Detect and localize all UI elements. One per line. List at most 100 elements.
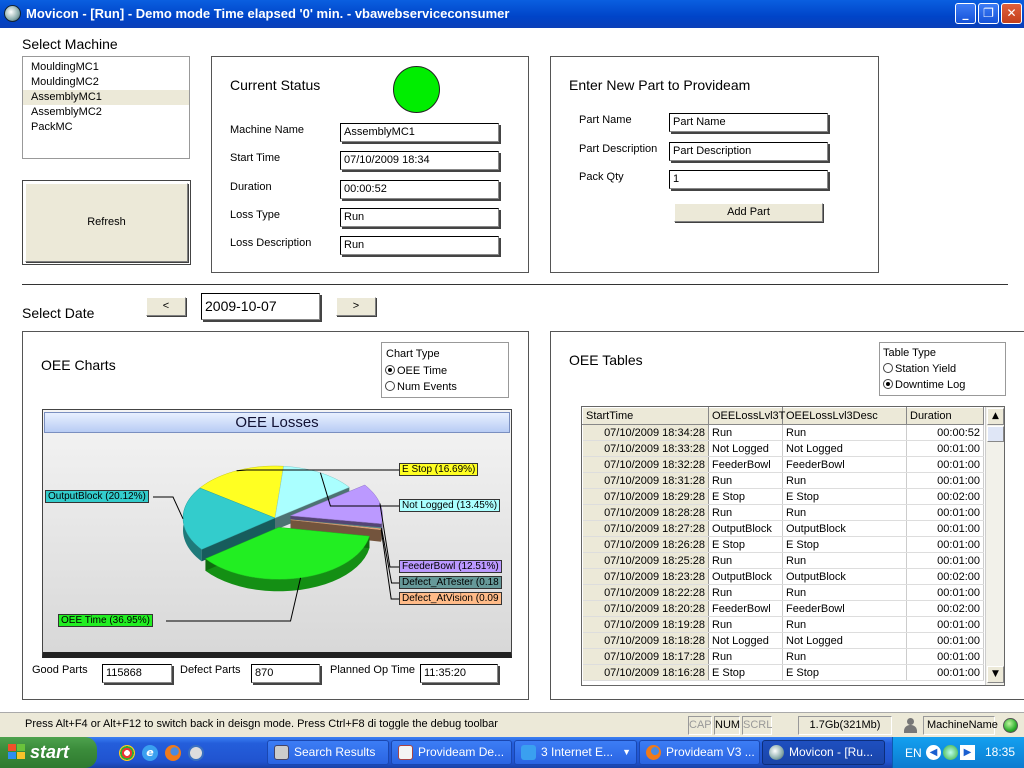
table-cell: 00:01:00 xyxy=(906,616,984,633)
add-part-button[interactable]: Add Part xyxy=(674,203,823,222)
duration-field[interactable]: 00:00:52 xyxy=(340,180,499,199)
table-row[interactable]: 07/10/2009 18:23:28 OutputBlock OutputBloc… xyxy=(582,568,984,585)
table-row[interactable]: 07/10/2009 18:33:28 Not Logged Not Logged 0… xyxy=(582,440,984,457)
task-provideam-v3[interactable]: Provideam V3 ... xyxy=(639,740,760,765)
table-row[interactable]: 07/10/2009 18:26:28 E Stop E Stop 00:01:00 xyxy=(582,536,984,553)
machine-name-field[interactable]: AssemblyMC1 xyxy=(340,123,499,142)
table-cell: Run xyxy=(782,552,907,569)
num-indicator: NUM xyxy=(714,716,740,735)
tray-status-icon[interactable] xyxy=(943,745,958,760)
windows-explorer-icon[interactable] xyxy=(188,745,204,761)
connection-status-icon xyxy=(1003,718,1018,733)
defect-parts-field[interactable]: 870 xyxy=(251,664,320,683)
table-cell: Run xyxy=(708,424,783,441)
table-cell: 07/10/2009 18:31:28 xyxy=(582,472,709,489)
scroll-thumb[interactable] xyxy=(987,426,1004,442)
language-indicator[interactable]: EN xyxy=(905,746,922,760)
machine-list[interactable]: MouldingMC1 MouldingMC2 AssemblyMC1 Assembl… xyxy=(22,56,190,159)
status-indicator-light xyxy=(393,66,440,113)
date-field[interactable]: 2009-10-07 xyxy=(201,293,320,320)
column-header[interactable]: OEELossLvl3T xyxy=(708,407,785,425)
table-row[interactable]: 07/10/2009 18:20:28 FeederBowl FeederBowl 0… xyxy=(582,600,984,617)
table-cell: Run xyxy=(708,504,783,521)
table-cell: 00:01:00 xyxy=(906,472,984,489)
table-row[interactable]: 07/10/2009 18:32:28 FeederBowl FeederBowl 0… xyxy=(582,456,984,473)
internet-explorer-icon[interactable]: e xyxy=(142,745,158,761)
table-row[interactable]: 07/10/2009 18:22:28 Run Run 00:01:00 xyxy=(582,584,984,601)
chrome-icon[interactable] xyxy=(119,745,135,761)
user-icon xyxy=(903,718,917,733)
table-row[interactable]: 07/10/2009 18:34:28 Run Run 00:00:52 xyxy=(582,424,984,441)
user-name: MachineName xyxy=(923,716,998,735)
part-description-input[interactable]: Part Description xyxy=(669,142,828,161)
table-cell: 07/10/2009 18:17:28 xyxy=(582,648,709,665)
downtime-log-table[interactable]: StartTime OEELossLvl3T OEELossLvl3Desc Dura… xyxy=(581,406,1005,686)
table-row[interactable]: 07/10/2009 18:29:28 E Stop E Stop 00:02:00 xyxy=(582,488,984,505)
table-type-downtime-log-radio[interactable]: Downtime Log xyxy=(883,379,965,391)
chart-type-num-events-radio[interactable]: Num Events xyxy=(385,381,457,393)
table-row[interactable]: 07/10/2009 18:16:28 E Stop E Stop 00:01:00 xyxy=(582,664,984,681)
planned-op-time-field[interactable]: 11:35:20 xyxy=(420,664,498,683)
firefox-icon[interactable] xyxy=(165,745,181,761)
table-cell: Run xyxy=(782,424,907,441)
column-header[interactable]: Duration xyxy=(906,407,984,425)
start-time-field[interactable]: 07/10/2009 18:34 xyxy=(340,151,499,170)
start-button[interactable]: start xyxy=(0,737,97,768)
table-cell: 00:02:00 xyxy=(906,568,984,585)
tray-back-icon[interactable]: ◀ xyxy=(926,745,941,760)
pack-qty-input[interactable]: 1 xyxy=(669,170,828,189)
table-cell: Run xyxy=(782,648,907,665)
task-search-results[interactable]: Search Results xyxy=(267,740,389,765)
task-internet-explorer-group[interactable]: 3 Internet E... ▼ xyxy=(514,740,637,765)
table-row[interactable]: 07/10/2009 18:28:28 Run Run 00:01:00 xyxy=(582,504,984,521)
title-bar: Movicon - [Run] - Demo mode Time elapsed… xyxy=(0,0,1024,28)
good-parts-field[interactable]: 115868 xyxy=(102,664,172,683)
close-button[interactable]: ✕ xyxy=(1001,3,1022,24)
table-cell: Run xyxy=(782,504,907,521)
machine-list-item[interactable]: AssemblyMC1 xyxy=(23,90,189,105)
loss-description-field[interactable]: Run xyxy=(340,236,499,255)
table-cell: 07/10/2009 18:27:28 xyxy=(582,520,709,537)
planned-op-time-label: Planned Op Time xyxy=(330,664,415,676)
machine-list-item[interactable]: AssemblyMC2 xyxy=(23,105,189,120)
table-cell: Not Logged xyxy=(782,632,907,649)
minimize-button[interactable]: _ xyxy=(955,3,976,24)
table-cell: 07/10/2009 18:18:28 xyxy=(582,632,709,649)
table-vertical-scrollbar[interactable]: ▲ ▼ xyxy=(985,407,1004,685)
table-row[interactable]: 07/10/2009 18:31:28 Run Run 00:01:00 xyxy=(582,472,984,489)
refresh-button-frame: Refresh xyxy=(22,180,191,265)
task-provideam-de[interactable]: Provideam De... xyxy=(391,740,512,765)
chart-type-oee-time-radio[interactable]: OEE Time xyxy=(385,365,447,377)
radio-icon xyxy=(883,363,893,373)
pie-leader-line xyxy=(153,496,184,520)
start-time-label: Start Time xyxy=(230,152,281,164)
task-movicon[interactable]: Movicon - [Ru... xyxy=(762,740,885,765)
next-date-button[interactable]: > xyxy=(336,297,376,316)
loss-type-field[interactable]: Run xyxy=(340,208,499,227)
table-row[interactable]: 07/10/2009 18:18:28 Not Logged Not Logged 0… xyxy=(582,632,984,649)
table-row[interactable]: 07/10/2009 18:17:28 Run Run 00:01:00 xyxy=(582,648,984,665)
machine-list-item[interactable]: MouldingMC1 xyxy=(23,60,189,75)
pie-label: E Stop (16.69%) xyxy=(399,463,479,476)
table-cell: 00:01:00 xyxy=(906,504,984,521)
machine-list-item[interactable]: PackMC xyxy=(23,120,189,135)
table-cell: 00:01:00 xyxy=(906,536,984,553)
column-header[interactable]: StartTime xyxy=(582,407,709,425)
table-row[interactable]: 07/10/2009 18:25:28 Run Run 00:01:00 xyxy=(582,552,984,569)
tray-play-icon[interactable]: ▶ xyxy=(960,745,975,760)
table-row[interactable]: 07/10/2009 18:27:28 OutputBlock OutputBloc… xyxy=(582,520,984,537)
radio-icon xyxy=(883,379,893,389)
scroll-up-arrow-icon[interactable]: ▲ xyxy=(987,408,1004,425)
machine-list-item[interactable]: MouldingMC2 xyxy=(23,75,189,90)
table-cell: 07/10/2009 18:23:28 xyxy=(582,568,709,585)
prev-date-button[interactable]: < xyxy=(146,297,186,316)
maximize-button[interactable]: ❐ xyxy=(978,3,999,24)
table-type-station-yield-radio[interactable]: Station Yield xyxy=(883,363,956,375)
refresh-button[interactable]: Refresh xyxy=(25,183,188,262)
table-row[interactable]: 07/10/2009 18:19:28 Run Run 00:01:00 xyxy=(582,616,984,633)
table-cell: Run xyxy=(782,616,907,633)
scroll-down-arrow-icon[interactable]: ▼ xyxy=(987,666,1004,683)
column-header[interactable]: OEELossLvl3Desc xyxy=(782,407,907,425)
part-name-input[interactable]: Part Name xyxy=(669,113,828,132)
table-cell: 07/10/2009 18:16:28 xyxy=(582,664,709,681)
